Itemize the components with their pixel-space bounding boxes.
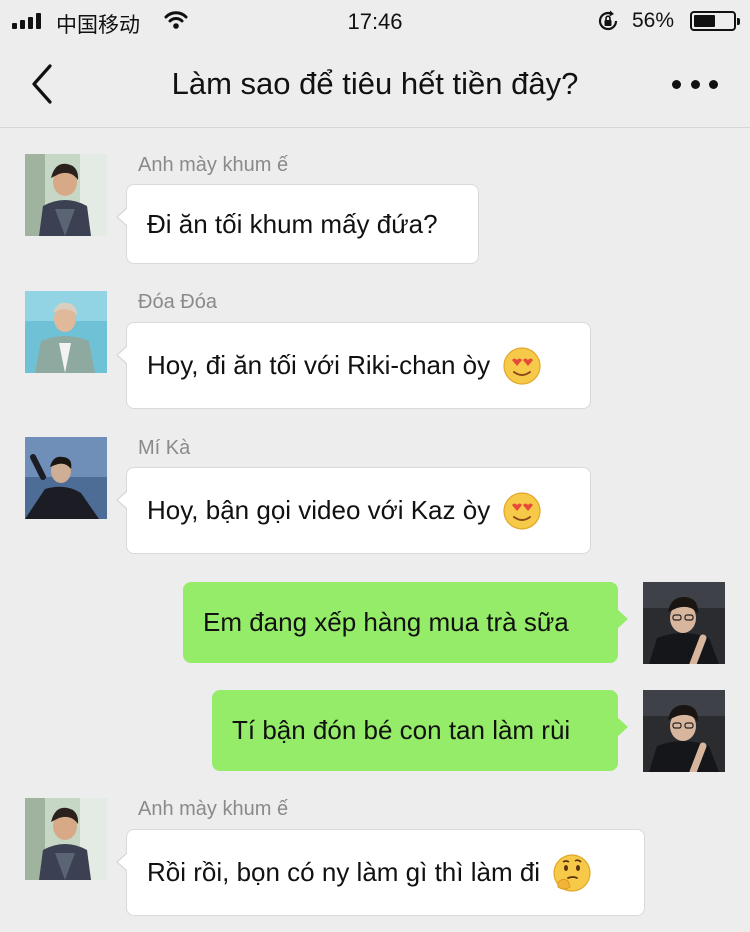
message-text: Hoy, đi ăn tối với Riki-chan òy: [147, 350, 491, 380]
sender-name: Mí Kà: [138, 437, 191, 459]
avatar-doa-doa[interactable]: [25, 291, 107, 373]
sender-name: Anh mày khum ế: [138, 798, 289, 820]
message-text: Rồi rồi, bọn có ny làm gì thì làm đi: [147, 857, 541, 887]
battery-icon: [690, 11, 740, 31]
avatar-self[interactable]: [643, 690, 725, 772]
message-bubble[interactable]: Hoy, đi ăn tối với Riki-chan òy: [116, 322, 591, 409]
rotation-lock-icon: [596, 9, 620, 39]
battery-percent: 56%: [632, 9, 675, 32]
chat-title: Làm sao để tiêu hết tiền đây?: [171, 66, 579, 101]
message-bubble[interactable]: Em đang xếp hàng mua trà sữa: [183, 582, 628, 663]
message-text: Tí bận đón bé con tan làm rùi: [232, 715, 571, 745]
more-button[interactable]: [672, 70, 718, 98]
thinking-emoji: [553, 853, 591, 892]
message-bubble[interactable]: Đi ăn tối khum mấy đứa?: [116, 184, 479, 264]
heart-eyes-emoji: [503, 346, 541, 385]
message-text: Đi ăn tối khum mấy đứa?: [147, 208, 438, 239]
message-bubble[interactable]: Tí bận đón bé con tan làm rùi: [212, 690, 628, 771]
chat-header: Làm sao để tiêu hết tiền đây?: [0, 40, 750, 128]
avatar-anh-may[interactable]: [25, 798, 107, 880]
avatar-mi-ka[interactable]: [25, 437, 107, 519]
heart-eyes-emoji: [503, 491, 541, 530]
sender-name: Đóa Đóa: [138, 291, 217, 313]
message-text: Em đang xếp hàng mua trà sữa: [203, 607, 569, 637]
message-text: Hoy, bận gọi video với Kaz òy: [147, 495, 491, 525]
message-bubble[interactable]: Hoy, bận gọi video với Kaz òy: [116, 467, 591, 554]
message-bubble[interactable]: Rồi rồi, bọn có ny làm gì thì làm đi: [116, 829, 645, 916]
avatar-anh-may[interactable]: [25, 154, 107, 236]
status-bar: 中国移动 17:46 56%: [0, 0, 750, 40]
sender-name: Anh mày khum ế: [138, 154, 289, 176]
avatar-self[interactable]: [643, 582, 725, 664]
more-dots-icon: [672, 79, 681, 89]
